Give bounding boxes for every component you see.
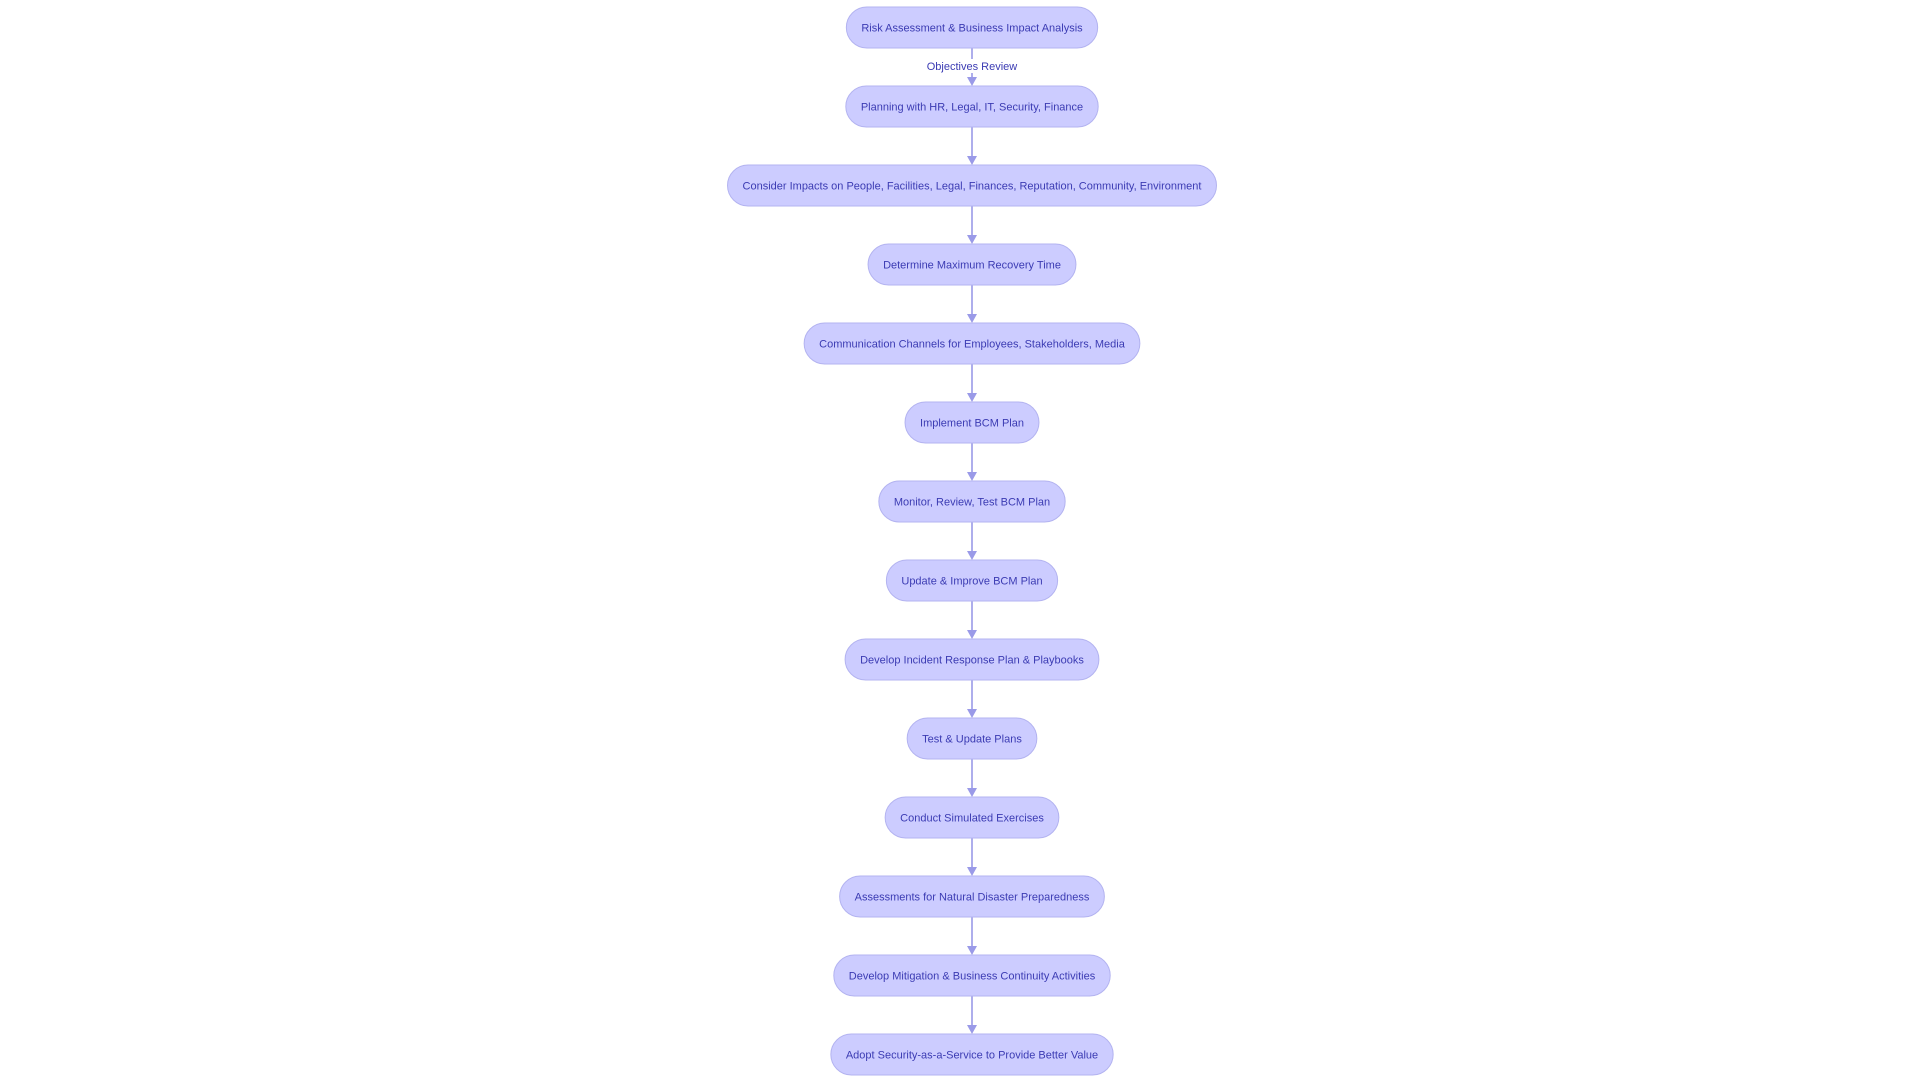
flowchart-edge-10 (967, 759, 977, 797)
flowchart-node-4: Determine Maximum Recovery Time (867, 243, 1077, 286)
flowchart-node-13: Develop Mitigation & Business Continuity… (833, 954, 1111, 997)
arrowhead-icon (967, 235, 977, 244)
node-label: Communication Channels for Employees, St… (819, 339, 1126, 351)
flowchart-edge-6 (967, 443, 977, 481)
flowchart-node-8: Update & Improve BCM Plan (885, 559, 1059, 602)
flowchart-node-2: Planning with HR, Legal, IT, Security, F… (845, 85, 1099, 128)
node-label: Develop Incident Response Plan & Playboo… (860, 655, 1084, 667)
arrowhead-icon (967, 393, 977, 402)
node-label: Conduct Simulated Exercises (900, 813, 1044, 825)
flowchart-node-6: Implement BCM Plan (904, 401, 1040, 444)
flowchart-node-12: Assessments for Natural Disaster Prepare… (839, 875, 1105, 918)
node-label: Test & Update Plans (922, 734, 1022, 746)
flowchart-node-9: Develop Incident Response Plan & Playboo… (844, 638, 1100, 681)
node-label: Implement BCM Plan (920, 418, 1024, 430)
arrowhead-icon (967, 1025, 977, 1034)
flowchart-node-3: Consider Impacts on People, Facilities, … (727, 164, 1217, 207)
flowchart-edge-13 (967, 996, 977, 1034)
arrowhead-icon (967, 314, 977, 323)
flowchart-edge-12 (967, 917, 977, 955)
flowchart-node-5: Communication Channels for Employees, St… (803, 322, 1141, 365)
node-label: Determine Maximum Recovery Time (883, 260, 1061, 272)
arrowhead-icon (967, 551, 977, 560)
node-label: Develop Mitigation & Business Continuity… (849, 971, 1096, 983)
flowchart-edge-5 (967, 364, 977, 402)
flowchart-edge-1: Objectives Review (921, 48, 1023, 86)
arrowhead-icon (967, 867, 977, 876)
node-label: Assessments for Natural Disaster Prepare… (855, 892, 1090, 904)
arrowhead-icon (967, 77, 977, 86)
flowchart-edge-4 (967, 285, 977, 323)
node-label: Risk Assessment & Business Impact Analys… (861, 23, 1083, 35)
node-label: Update & Improve BCM Plan (901, 576, 1042, 588)
node-label: Monitor, Review, Test BCM Plan (894, 497, 1050, 509)
arrowhead-icon (967, 630, 977, 639)
flowchart-node-1: Risk Assessment & Business Impact Analys… (845, 6, 1099, 49)
flowchart-edge-3 (967, 206, 977, 244)
flowchart-node-11: Conduct Simulated Exercises (884, 796, 1060, 839)
flowchart-edge-7 (967, 522, 977, 560)
flowchart-edge-9 (967, 680, 977, 718)
flowchart-edge-8 (967, 601, 977, 639)
flowchart-node-10: Test & Update Plans (906, 717, 1038, 760)
node-label: Adopt Security-as-a-Service to Provide B… (846, 1050, 1098, 1062)
node-label: Consider Impacts on People, Facilities, … (743, 181, 1202, 193)
node-label: Planning with HR, Legal, IT, Security, F… (861, 102, 1083, 114)
flowchart: Objectives Review Risk Assessment & Busi… (727, 6, 1217, 1076)
edge-label: Objectives Review (927, 61, 1018, 73)
arrowhead-icon (967, 709, 977, 718)
flowchart-edge-2 (967, 127, 977, 165)
flowchart-edge-11 (967, 838, 977, 876)
flowchart-node-7: Monitor, Review, Test BCM Plan (878, 480, 1066, 523)
arrowhead-icon (967, 788, 977, 797)
arrowhead-icon (967, 156, 977, 165)
arrowhead-icon (967, 946, 977, 955)
flowchart-node-14: Adopt Security-as-a-Service to Provide B… (830, 1033, 1114, 1076)
arrowhead-icon (967, 472, 977, 481)
